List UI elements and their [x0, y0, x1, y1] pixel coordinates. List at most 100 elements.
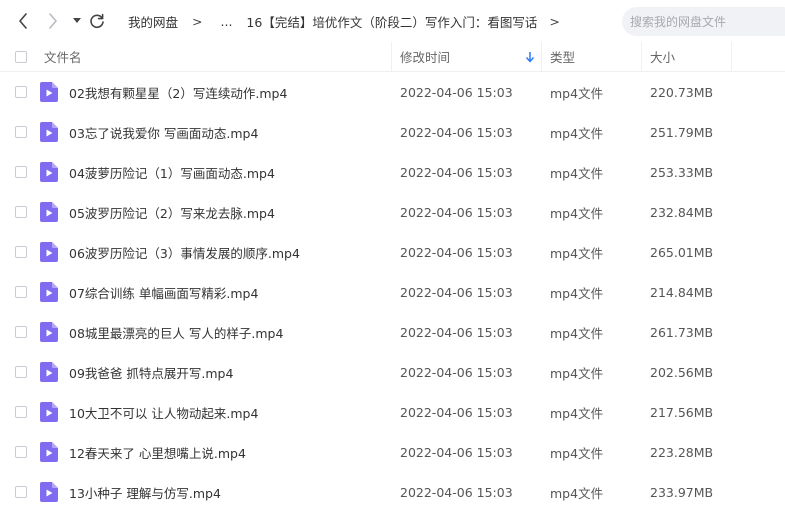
- file-modified-time: 2022-04-06 15:03: [400, 364, 513, 380]
- breadcrumb-root[interactable]: 我的网盘: [128, 12, 178, 31]
- file-name[interactable]: 03忘了说我爱你 写画面动态.mp4: [69, 112, 258, 152]
- file-name[interactable]: 10大卫不可以 让人物动起来.mp4: [69, 392, 258, 432]
- row-checkbox[interactable]: [15, 206, 27, 218]
- column-header-size[interactable]: 大小: [650, 42, 675, 71]
- back-button[interactable]: [12, 10, 34, 32]
- file-type: mp4文件: [550, 245, 604, 261]
- file-size: 265.01MB: [650, 244, 714, 260]
- sort-down-icon[interactable]: [525, 51, 535, 63]
- row-checkbox[interactable]: [15, 126, 27, 138]
- refresh-button[interactable]: [86, 10, 108, 32]
- video-file-icon: [40, 432, 58, 472]
- file-name[interactable]: 05波罗历险记（2）写来龙去脉.mp4: [69, 192, 275, 232]
- file-name[interactable]: 02我想有颗星星（2）写连续动作.mp4: [69, 72, 287, 112]
- file-type: mp4文件: [550, 485, 604, 501]
- file-type: mp4文件: [550, 365, 604, 381]
- table-header: 文件名 修改时间 类型 大小: [0, 42, 785, 72]
- file-type: mp4文件: [550, 85, 604, 101]
- table-row[interactable]: 13小种子 理解与仿写.mp4 2022-04-06 15:03 mp4文件 2…: [0, 472, 785, 512]
- video-file-icon: [40, 192, 58, 232]
- row-checkbox-cell: [15, 232, 27, 272]
- table-row[interactable]: 04菠萝历险记（1）写画面动态.mp4 2022-04-06 15:03 mp4…: [0, 152, 785, 192]
- table-row[interactable]: 09我爸爸 抓特点展开写.mp4 2022-04-06 15:03 mp4文件 …: [0, 352, 785, 392]
- row-checkbox-cell: [15, 272, 27, 312]
- caret-down-icon: [73, 18, 81, 23]
- breadcrumb-current-folder[interactable]: 16【完结】培优作文（阶段二）写作入门：看图写话: [246, 12, 537, 31]
- row-checkbox-cell: [15, 152, 27, 192]
- file-name[interactable]: 12春天来了 心里想嘴上说.mp4: [69, 432, 246, 472]
- column-divider[interactable]: [391, 42, 392, 71]
- file-size: 232.84MB: [650, 204, 714, 220]
- row-checkbox[interactable]: [15, 326, 27, 338]
- row-checkbox[interactable]: [15, 366, 27, 378]
- video-file-icon: [40, 72, 58, 112]
- search-input[interactable]: [628, 13, 782, 30]
- row-checkbox-cell: [15, 432, 27, 472]
- video-file-icon: [40, 472, 58, 512]
- row-checkbox-cell: [15, 72, 27, 112]
- chevron-left-icon: [19, 13, 27, 29]
- file-name[interactable]: 08城里最漂亮的巨人 写人的样子.mp4: [69, 312, 283, 352]
- chevron-right-icon: [49, 13, 57, 29]
- file-size: 233.97MB: [650, 484, 714, 500]
- file-type: mp4文件: [550, 445, 604, 461]
- video-file-icon: [40, 352, 58, 392]
- file-name[interactable]: 09我爸爸 抓特点展开写.mp4: [69, 352, 233, 392]
- file-name[interactable]: 04菠萝历险记（1）写画面动态.mp4: [69, 152, 275, 192]
- file-size: 253.33MB: [650, 164, 714, 180]
- table-row[interactable]: 06波罗历险记（3）事情发展的顺序.mp4 2022-04-06 15:03 m…: [0, 232, 785, 272]
- video-file-icon: [40, 312, 58, 352]
- column-header-name[interactable]: 文件名: [44, 42, 82, 71]
- row-checkbox[interactable]: [15, 406, 27, 418]
- history-dropdown-button[interactable]: [66, 10, 88, 32]
- row-checkbox-cell: [15, 312, 27, 352]
- breadcrumb-separator: >: [192, 13, 203, 29]
- file-name[interactable]: 06波罗历险记（3）事情发展的顺序.mp4: [69, 232, 300, 272]
- file-size: 220.73MB: [650, 84, 714, 100]
- toolbar: 我的网盘 > ... 16【完结】培优作文（阶段二）写作入门：看图写话 >: [0, 0, 785, 42]
- file-size: 214.84MB: [650, 284, 714, 300]
- column-header-modified[interactable]: 修改时间: [400, 42, 450, 71]
- table-row[interactable]: 03忘了说我爱你 写画面动态.mp4 2022-04-06 15:03 mp4文…: [0, 112, 785, 152]
- file-type: mp4文件: [550, 285, 604, 301]
- column-divider[interactable]: [641, 42, 642, 71]
- file-modified-time: 2022-04-06 15:03: [400, 444, 513, 460]
- video-file-icon: [40, 112, 58, 152]
- row-checkbox[interactable]: [15, 446, 27, 458]
- table-row[interactable]: 10大卫不可以 让人物动起来.mp4 2022-04-06 15:03 mp4文…: [0, 392, 785, 432]
- search-box: [622, 7, 785, 36]
- table-row[interactable]: 08城里最漂亮的巨人 写人的样子.mp4 2022-04-06 15:03 mp…: [0, 312, 785, 352]
- column-divider[interactable]: [731, 42, 732, 71]
- video-file-icon: [40, 152, 58, 192]
- row-checkbox[interactable]: [15, 86, 27, 98]
- column-divider[interactable]: [541, 42, 542, 71]
- breadcrumb-ellipsis[interactable]: ...: [221, 14, 233, 29]
- row-checkbox-cell: [15, 192, 27, 232]
- select-all-checkbox[interactable]: [15, 50, 27, 63]
- table-row[interactable]: 12春天来了 心里想嘴上说.mp4 2022-04-06 15:03 mp4文件…: [0, 432, 785, 472]
- row-checkbox[interactable]: [15, 166, 27, 178]
- file-modified-time: 2022-04-06 15:03: [400, 124, 513, 140]
- file-name[interactable]: 07综合训练 单幅画面写精彩.mp4: [69, 272, 258, 312]
- file-name[interactable]: 13小种子 理解与仿写.mp4: [69, 472, 221, 512]
- table-row[interactable]: 07综合训练 单幅画面写精彩.mp4 2022-04-06 15:03 mp4文…: [0, 272, 785, 312]
- table-row[interactable]: 02我想有颗星星（2）写连续动作.mp4 2022-04-06 15:03 mp…: [0, 72, 785, 112]
- refresh-icon: [90, 13, 104, 29]
- row-checkbox[interactable]: [15, 246, 27, 258]
- file-type: mp4文件: [550, 205, 604, 221]
- row-checkbox-cell: [15, 392, 27, 432]
- row-checkbox[interactable]: [15, 486, 27, 498]
- file-modified-time: 2022-04-06 15:03: [400, 404, 513, 420]
- video-file-icon: [40, 232, 58, 272]
- forward-button[interactable]: [42, 10, 64, 32]
- table-row[interactable]: 05波罗历险记（2）写来龙去脉.mp4 2022-04-06 15:03 mp4…: [0, 192, 785, 232]
- file-type: mp4文件: [550, 325, 604, 341]
- file-type: mp4文件: [550, 125, 604, 141]
- file-type: mp4文件: [550, 165, 604, 181]
- row-checkbox[interactable]: [15, 286, 27, 298]
- row-checkbox-cell: [15, 472, 27, 512]
- file-modified-time: 2022-04-06 15:03: [400, 324, 513, 340]
- column-header-type[interactable]: 类型: [550, 42, 575, 71]
- video-file-icon: [40, 392, 58, 432]
- row-checkbox-cell: [15, 112, 27, 152]
